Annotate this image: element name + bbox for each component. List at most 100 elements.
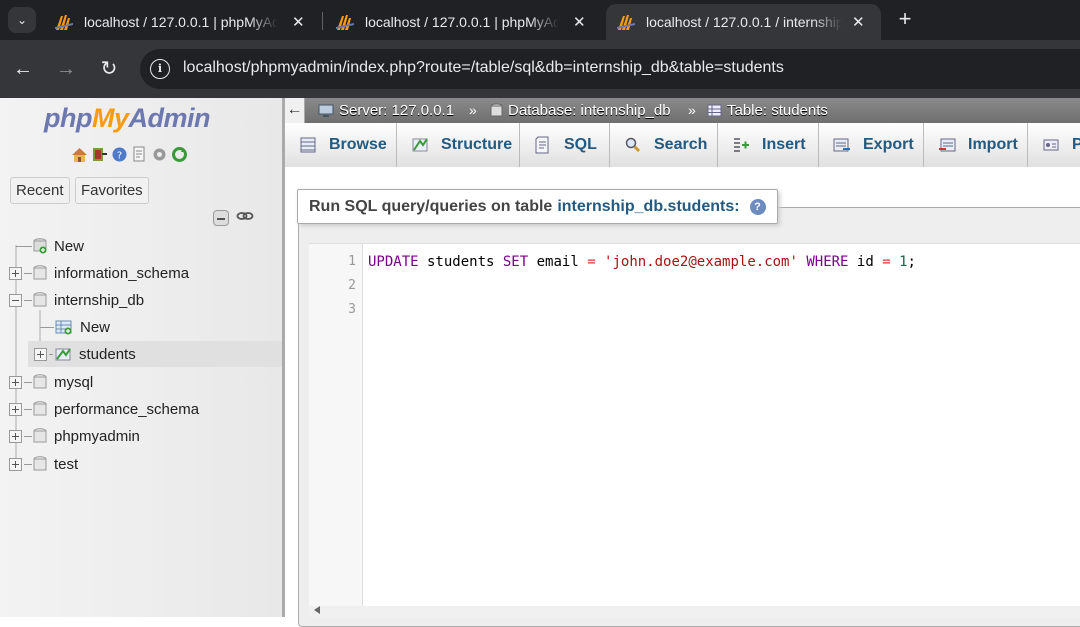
structure-icon xyxy=(412,138,428,152)
logout-icon[interactable] xyxy=(91,146,108,163)
new-tab-button[interactable]: + xyxy=(893,6,917,32)
browser-toolbar: ← → ↻ i localhost/phpmyadmin/index.php?r… xyxy=(0,40,1080,98)
database-icon xyxy=(33,456,47,471)
address-url[interactable]: localhost/phpmyadmin/index.php?route=/ta… xyxy=(183,59,784,77)
tree-item-internship-db[interactable]: internship_db xyxy=(9,287,144,313)
site-info-icon[interactable]: i xyxy=(150,59,170,79)
close-icon[interactable]: ✕ xyxy=(292,13,305,31)
sql-query-editor[interactable]: 1 2 3 UPDATE students SET email = 'john.… xyxy=(309,243,1080,607)
line-number-gutter: 1 2 3 xyxy=(309,244,363,607)
close-icon[interactable]: ✕ xyxy=(852,13,865,31)
tree-item-mysql[interactable]: mysql xyxy=(9,369,93,395)
tree-line xyxy=(24,299,32,301)
tab-export[interactable]: Export xyxy=(819,123,924,167)
address-bar[interactable]: i localhost/phpmyadmin/index.php?route=/… xyxy=(140,49,1080,89)
database-icon xyxy=(490,103,503,117)
tree-line xyxy=(49,353,53,355)
sql-identifier: students xyxy=(418,254,503,270)
tab-title: localhost / 127.0.0.1 / internship_db / … xyxy=(646,14,842,30)
expand-icon[interactable] xyxy=(34,347,47,361)
main-panel: ← Server: 127.0.0.1 » Database: internsh… xyxy=(285,98,1080,627)
browser-tab-1[interactable]: localhost / 127.0.0.1 | phpMyAdmin ✕ xyxy=(44,4,315,40)
breadcrumb-server[interactable]: Server: 127.0.0.1 xyxy=(318,102,454,119)
table-icon xyxy=(707,104,722,117)
forward-button[interactable]: → xyxy=(53,56,79,82)
chevron-down-icon: ⌄ xyxy=(16,13,28,27)
scroll-left-icon[interactable] xyxy=(314,606,320,614)
tree-line xyxy=(24,381,32,383)
tree-line xyxy=(24,272,32,274)
database-icon xyxy=(33,401,47,416)
tab-search-button[interactable]: ⌄ xyxy=(8,7,36,33)
tab-browse[interactable]: Browse xyxy=(285,123,397,167)
sql-icon xyxy=(535,136,549,154)
tab-label: Search xyxy=(654,136,708,153)
tree-item-label: test xyxy=(54,455,79,473)
tab-privileges[interactable]: P xyxy=(1028,123,1080,167)
expand-icon[interactable] xyxy=(9,402,22,416)
tree-item-information-schema[interactable]: information_schema xyxy=(9,260,189,286)
tree-line xyxy=(24,408,32,410)
tree-item-label: mysql xyxy=(54,373,94,391)
link-with-main-panel-icon[interactable] xyxy=(236,209,254,223)
browser-tab-2[interactable]: localhost / 127.0.0.1 | phpMyAdmin ✕ xyxy=(325,4,596,40)
home-icon[interactable] xyxy=(71,146,88,163)
collapse-all-icon[interactable] xyxy=(213,210,229,226)
close-icon[interactable]: ✕ xyxy=(573,13,586,31)
tree-item-label: performance_schema xyxy=(54,400,200,418)
collapse-navigation-icon[interactable]: ← xyxy=(285,98,305,123)
tree-item-label: students xyxy=(79,345,136,363)
sql-operator: = xyxy=(587,254,596,270)
docs-icon[interactable] xyxy=(131,146,148,163)
breadcrumb-database[interactable]: Database: internship_db xyxy=(490,102,671,119)
expand-icon[interactable] xyxy=(9,375,22,389)
back-button[interactable]: ← xyxy=(10,56,36,82)
tab-search[interactable]: Search xyxy=(610,123,718,167)
tab-sql[interactable]: SQL xyxy=(520,123,610,167)
sql-string: 'john.doe2@example.com' xyxy=(595,254,807,270)
tree-item-phpmyadmin[interactable]: phpmyadmin xyxy=(9,423,140,449)
phpmyadmin-favicon-icon xyxy=(336,15,354,30)
server-icon xyxy=(318,104,334,117)
sql-query-text[interactable]: UPDATE students SET email = 'john.doe2@e… xyxy=(368,254,916,270)
tree-item-label: New xyxy=(80,318,111,336)
line-number: 2 xyxy=(348,278,356,293)
tree-line xyxy=(24,463,32,465)
tree-item-students[interactable]: students xyxy=(28,341,282,367)
recent-tables-button[interactable]: Recent xyxy=(10,177,70,204)
help-icon[interactable]: ? xyxy=(749,198,766,215)
line-number: 3 xyxy=(348,302,356,317)
logo-my: My xyxy=(91,103,129,133)
legend-table-link[interactable]: internship_db.students: xyxy=(557,190,739,223)
tree-item-label: New xyxy=(54,237,85,255)
tree-item-test[interactable]: test xyxy=(9,451,78,477)
help-icon[interactable]: ? xyxy=(111,146,128,163)
tree-item-new-database[interactable]: New xyxy=(16,233,84,259)
settings-icon[interactable] xyxy=(151,146,168,163)
tab-label: Import xyxy=(968,136,1018,153)
tab-import[interactable]: Import xyxy=(924,123,1028,167)
expand-icon[interactable] xyxy=(9,266,22,280)
table-menu-tabs: Browse Structure SQL Search Insert Expor… xyxy=(285,123,1080,167)
tree-item-new-table[interactable]: New xyxy=(40,314,110,340)
tree-item-performance-schema[interactable]: performance_schema xyxy=(9,396,199,422)
favorite-tables-button[interactable]: Favorites xyxy=(75,177,149,204)
phpmyadmin-logo[interactable]: phpMyAdmin xyxy=(44,103,210,134)
tab-label: Structure xyxy=(441,136,513,153)
reload-button[interactable]: ↻ xyxy=(96,56,122,82)
new-table-icon xyxy=(55,320,72,335)
breadcrumb-table[interactable]: Table: students xyxy=(707,102,828,119)
expand-icon[interactable] xyxy=(9,457,22,471)
editor-horizontal-scrollbar[interactable] xyxy=(309,606,1080,617)
collapse-icon[interactable] xyxy=(9,293,22,307)
expand-icon[interactable] xyxy=(9,429,22,443)
tab-title: localhost / 127.0.0.1 | phpMyAdmin xyxy=(365,14,559,30)
browser-tab-3-active[interactable]: localhost / 127.0.0.1 / internship_db / … xyxy=(606,4,881,40)
sql-query-legend: Run SQL query/queries on table internshi… xyxy=(297,189,778,224)
tab-structure[interactable]: Structure xyxy=(397,123,520,167)
database-icon xyxy=(33,265,47,280)
tab-insert[interactable]: Insert xyxy=(718,123,819,167)
reload-icon[interactable] xyxy=(171,146,188,163)
breadcrumb-server-label: Server: 127.0.0.1 xyxy=(339,102,455,119)
tree-line xyxy=(24,435,32,437)
